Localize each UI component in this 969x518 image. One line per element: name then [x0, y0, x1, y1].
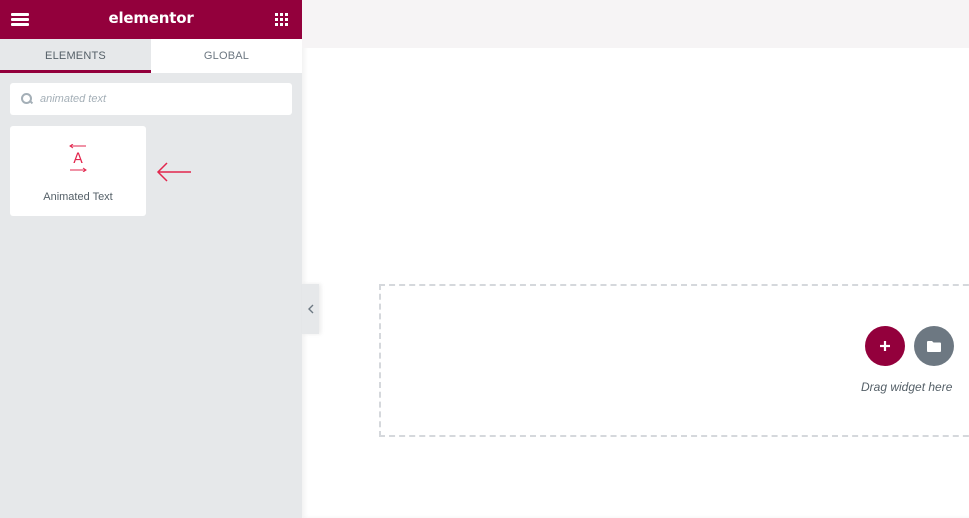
add-section-button[interactable] — [865, 326, 905, 366]
chevron-left-icon — [307, 304, 313, 314]
tab-global[interactable]: GLOBAL — [151, 39, 302, 73]
editor-panel — [0, 0, 302, 518]
hamburger-icon[interactable] — [11, 13, 29, 26]
canvas-top-section — [302, 0, 969, 48]
panel-tabs: ELEMENTS GLOBAL — [0, 39, 302, 73]
arrow-left-icon — [156, 162, 191, 182]
plus-icon — [880, 341, 890, 351]
widget-label: Animated Text — [43, 191, 113, 203]
collapse-panel-button[interactable] — [302, 284, 319, 334]
tab-elements[interactable]: ELEMENTS — [0, 39, 151, 73]
svg-text:A: A — [73, 151, 83, 167]
panel-header: elementor — [0, 0, 302, 39]
search-input[interactable] — [40, 93, 280, 105]
add-template-button[interactable] — [914, 326, 954, 366]
elementor-logo: elementor — [108, 9, 194, 27]
preview-canvas — [302, 0, 969, 518]
search-box — [10, 83, 292, 115]
animated-text-icon: A — [69, 144, 87, 172]
drag-widget-hint: Drag widget here — [861, 380, 953, 394]
grid-icon[interactable] — [275, 13, 288, 26]
search-icon — [21, 93, 33, 105]
folder-icon — [927, 340, 941, 352]
widget-animated-text[interactable]: A Animated Text — [10, 126, 146, 216]
